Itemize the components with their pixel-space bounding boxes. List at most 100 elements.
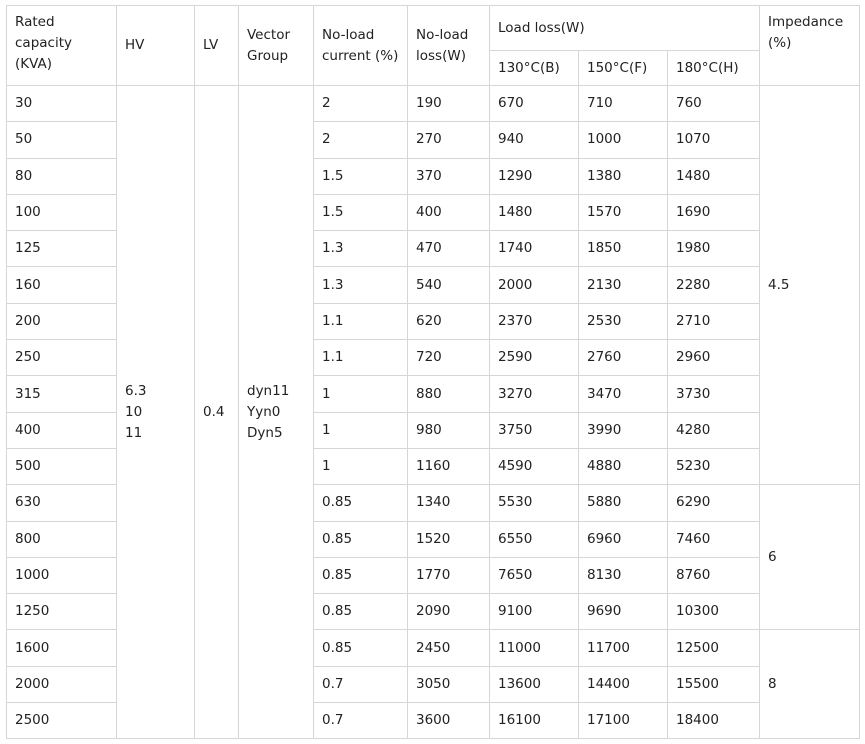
cell-load-loss-f: 710 bbox=[578, 84, 668, 123]
cell-load-loss-f: 1380 bbox=[578, 157, 668, 195]
cell-text: 880 bbox=[416, 385, 442, 402]
cell-text: 270 bbox=[416, 131, 442, 148]
cell-load-loss-b: 4590 bbox=[489, 447, 579, 486]
cell-text: 11 bbox=[125, 424, 143, 441]
cell-impedance: 6 bbox=[759, 484, 860, 631]
cell-capacity: 315 bbox=[6, 375, 117, 413]
cell-text: 1250 bbox=[15, 603, 50, 620]
cell-text: 1160 bbox=[416, 458, 451, 475]
cell-no-load-current: 1 bbox=[313, 411, 408, 449]
cell-text: 2590 bbox=[498, 349, 533, 366]
cell-text: 980 bbox=[416, 421, 442, 438]
header-text: (KVA) bbox=[15, 56, 52, 72]
cell-capacity: 30 bbox=[6, 84, 117, 123]
cell-text: 1.5 bbox=[322, 204, 344, 221]
cell-text: 2130 bbox=[587, 276, 622, 293]
cell-text: 3730 bbox=[676, 385, 711, 402]
cell-text: 3470 bbox=[587, 385, 622, 402]
cell-text: 0.7 bbox=[322, 675, 344, 692]
cell-lv: 0.4 bbox=[194, 84, 239, 740]
cell-text: 1000 bbox=[15, 567, 50, 583]
header-text: loss(W) bbox=[416, 47, 466, 64]
cell-text: Dyn5 bbox=[247, 424, 283, 441]
cell-text: 1980 bbox=[676, 240, 711, 257]
header-text: current (%) bbox=[322, 47, 399, 64]
cell-text: Yyn0 bbox=[247, 403, 281, 420]
cell-no-load-loss: 1520 bbox=[407, 520, 490, 558]
cell-text: 1520 bbox=[416, 530, 451, 547]
cell-capacity: 160 bbox=[6, 266, 117, 304]
cell-vector-group: dyn11 Yyn0 Dyn5 bbox=[238, 84, 314, 740]
cell-no-load-current: 0.85 bbox=[313, 556, 408, 595]
cell-text: 4590 bbox=[498, 458, 533, 475]
cell-text: 7650 bbox=[498, 567, 533, 583]
cell-text: 500 bbox=[15, 458, 41, 475]
cell-text: 12500 bbox=[676, 639, 719, 656]
header-text: LV bbox=[203, 37, 219, 53]
cell-no-load-current: 0.85 bbox=[313, 593, 408, 631]
cell-text: 0.85 bbox=[322, 530, 353, 547]
cell-text: 4.5 bbox=[768, 276, 790, 293]
cell-capacity: 630 bbox=[6, 484, 117, 522]
cell-text: 1.5 bbox=[322, 167, 344, 184]
cell-capacity: 200 bbox=[6, 302, 117, 341]
cell-load-loss-h: 8760 bbox=[667, 556, 760, 595]
header-impedance: Impedance (%) bbox=[759, 5, 860, 86]
cell-capacity: 400 bbox=[6, 411, 117, 449]
cell-text: 630 bbox=[15, 494, 41, 511]
cell-text: 400 bbox=[15, 421, 41, 438]
cell-text: 1070 bbox=[676, 131, 711, 148]
cell-text: 1690 bbox=[676, 204, 711, 221]
cell-text: 3050 bbox=[416, 675, 451, 692]
cell-text: 400 bbox=[416, 204, 442, 221]
cell-load-loss-b: 7650 bbox=[489, 556, 579, 595]
cell-text: 1340 bbox=[416, 494, 451, 511]
cell-load-loss-h: 12500 bbox=[667, 629, 760, 667]
cell-text: 470 bbox=[416, 240, 442, 257]
header-temp-b: 130°C(B) bbox=[489, 50, 579, 86]
cell-text: 2500 bbox=[15, 712, 50, 729]
cell-text: 710 bbox=[587, 95, 613, 112]
cell-capacity: 1000 bbox=[6, 556, 117, 595]
cell-no-load-current: 1 bbox=[313, 447, 408, 486]
header-text: 130°C(B) bbox=[498, 59, 560, 76]
cell-text: 10 bbox=[125, 403, 143, 420]
cell-load-loss-b: 1740 bbox=[489, 230, 579, 268]
cell-text: 13600 bbox=[498, 675, 541, 692]
cell-text: 6290 bbox=[676, 494, 711, 511]
cell-capacity: 100 bbox=[6, 193, 117, 232]
cell-capacity: 2000 bbox=[6, 665, 117, 704]
cell-capacity: 250 bbox=[6, 339, 117, 377]
cell-text: 670 bbox=[498, 95, 524, 112]
cell-no-load-current: 2 bbox=[313, 84, 408, 123]
cell-text: 8760 bbox=[676, 567, 711, 583]
cell-text: 1480 bbox=[498, 204, 533, 221]
cell-text: 0.85 bbox=[322, 494, 353, 511]
cell-no-load-current: 2 bbox=[313, 121, 408, 159]
cell-no-load-loss: 400 bbox=[407, 193, 490, 232]
cell-text: 2000 bbox=[498, 276, 533, 293]
cell-no-load-loss: 370 bbox=[407, 157, 490, 195]
cell-text: 1.1 bbox=[322, 349, 344, 366]
cell-text: 5230 bbox=[676, 458, 711, 475]
cell-text: 1 bbox=[322, 421, 331, 438]
cell-load-loss-h: 15500 bbox=[667, 665, 760, 704]
cell-text: 3750 bbox=[498, 421, 533, 438]
header-text: No-load bbox=[416, 26, 469, 43]
cell-text: 9690 bbox=[587, 603, 622, 620]
cell-no-load-loss: 470 bbox=[407, 230, 490, 268]
cell-load-loss-f: 4880 bbox=[578, 447, 668, 486]
cell-text: 14400 bbox=[587, 675, 630, 692]
cell-text: 5880 bbox=[587, 494, 622, 511]
cell-load-loss-f: 3990 bbox=[578, 411, 668, 449]
header-text: capacity bbox=[15, 35, 72, 51]
cell-text: 2370 bbox=[498, 312, 533, 329]
cell-capacity: 800 bbox=[6, 520, 117, 558]
cell-load-loss-f: 14400 bbox=[578, 665, 668, 704]
header-row: Rated capacity (KVA) HV LV Vector Group … bbox=[6, 5, 860, 86]
cell-capacity: 125 bbox=[6, 230, 117, 268]
cell-no-load-loss: 880 bbox=[407, 375, 490, 413]
header-text: Vector bbox=[247, 26, 291, 43]
cell-text: 1.3 bbox=[322, 240, 344, 257]
header-text: No-load bbox=[322, 26, 375, 43]
